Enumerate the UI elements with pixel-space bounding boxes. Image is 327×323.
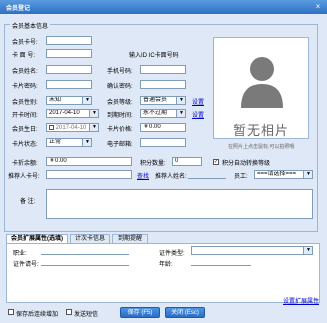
card-no-label: 会员卡号:: [12, 40, 38, 46]
title-bar: 会员登记 ×: [0, 0, 327, 14]
card-status-label: 卡片状态:: [12, 142, 38, 148]
id-hint: 输入ID IC卡面号码: [129, 53, 179, 59]
balance-input[interactable]: ￥0.00: [46, 157, 132, 166]
job-label: 职业:: [13, 251, 27, 257]
auto-upgrade-label: 积分自动转换等级: [222, 161, 271, 167]
referrer-search-link[interactable]: 查找: [137, 171, 149, 180]
chevron-down-icon: ▼: [92, 110, 97, 116]
photo-box[interactable]: 暂无相片: [213, 37, 309, 139]
balance-value: ￥0.00: [49, 158, 67, 164]
birthday-value: 2017-04-10: [55, 125, 87, 131]
avatar-placeholder-icon: [241, 57, 283, 108]
group-title: 会员基本信息: [10, 21, 51, 30]
confirm-password-input[interactable]: [140, 80, 186, 89]
card-value-label: 卡片价格:: [107, 127, 133, 133]
email-label: 电子邮箱:: [107, 142, 133, 148]
save-continue-checkbox[interactable]: [8, 309, 14, 315]
points-value: 0: [175, 158, 179, 164]
save-button[interactable]: 保存 (F5): [120, 307, 160, 318]
chevron-down-icon: ▼: [179, 110, 184, 116]
chevron-down-icon: ▼: [85, 97, 90, 103]
card-value-value: ￥0.00: [143, 124, 161, 130]
chevron-down-icon: ▼: [179, 97, 184, 103]
balance-label: 卡折余额:: [12, 161, 38, 167]
age-label: 年龄:: [159, 262, 173, 268]
phone-label: 手机号码:: [107, 69, 133, 75]
level-settings-link[interactable]: 设置: [192, 97, 204, 106]
id-type-select[interactable]: ▼: [191, 246, 313, 255]
expire-value: 永不过期: [143, 110, 168, 116]
remark-label: 备 注:: [20, 199, 36, 205]
birthday-label: 会员生日:: [12, 127, 38, 133]
chevron-down-icon: ▼: [306, 171, 311, 177]
birthday-picker[interactable]: 2017-04-10 ▼: [46, 123, 99, 132]
phone-input[interactable]: [140, 65, 186, 74]
photo-placeholder-text: 暂无相片: [232, 123, 289, 138]
staff-value: ===请选择===: [257, 171, 297, 177]
expire-label: 到期时间:: [107, 113, 133, 119]
level-value: 普通会员: [143, 97, 168, 103]
chevron-down-icon: ▼: [92, 124, 97, 130]
send-sms-checkbox[interactable]: [66, 309, 72, 315]
name-input[interactable]: [46, 65, 92, 74]
birthday-checkbox[interactable]: [49, 125, 54, 130]
sub-card-label: 卡 面 号:: [12, 53, 36, 59]
open-date-picker[interactable]: 2017-04-10 ▼: [46, 109, 99, 118]
staff-label: 员工:: [234, 174, 248, 180]
open-date-label: 开卡时间:: [12, 113, 38, 119]
card-status-value: 正常: [49, 139, 62, 145]
chevron-down-icon: ▼: [306, 247, 311, 253]
referrer-card-input[interactable]: [46, 170, 132, 179]
referrer-name-label: 推荐人姓名:: [155, 174, 187, 180]
expire-settings-link[interactable]: 设置: [192, 110, 204, 119]
card-status-select[interactable]: 正常 ▼: [46, 138, 92, 147]
card-no-input[interactable]: [46, 36, 92, 45]
referrer-name-input[interactable]: [188, 170, 226, 179]
name-label: 会员姓名:: [12, 69, 38, 75]
level-label: 会员等级:: [107, 100, 133, 106]
close-icon[interactable]: ×: [312, 1, 324, 12]
password-input[interactable]: [46, 80, 92, 89]
gender-value: 未知: [49, 97, 62, 103]
window-title: 会员登记: [6, 6, 31, 12]
photo-note: 在照片上点击鼠标,可以拍照哦: [228, 144, 295, 150]
auto-upgrade-checkbox[interactable]: ✓: [213, 159, 219, 165]
send-sms-label: 发送短信: [74, 312, 99, 318]
level-select[interactable]: 普通会员 ▼: [140, 96, 186, 105]
close-button[interactable]: 关闭 (Esc): [165, 307, 205, 318]
email-input[interactable]: [140, 138, 186, 147]
gender-select[interactable]: 未知 ▼: [46, 96, 92, 105]
expire-select[interactable]: 永不过期 ▼: [140, 109, 186, 118]
confirm-password-label: 确认密码:: [107, 84, 133, 90]
id-number-input[interactable]: [41, 257, 129, 266]
staff-select[interactable]: ===请选择=== ▼: [254, 170, 313, 179]
points-input[interactable]: 0: [172, 157, 202, 166]
job-input[interactable]: [41, 246, 129, 255]
age-input[interactable]: [191, 257, 251, 266]
gender-label: 会员性别:: [12, 100, 38, 106]
remark-textarea[interactable]: [46, 189, 313, 219]
points-label: 积分数量:: [140, 161, 166, 167]
chevron-down-icon: ▼: [85, 139, 90, 145]
extended-attributes-panel: 职业: 证件类型: ▼ 证件请号: 年龄: 设置扩展属性: [6, 243, 320, 305]
password-label: 卡片密码:: [12, 84, 38, 90]
save-continue-label: 保存后连续增加: [16, 312, 59, 318]
id-number-label: 证件请号:: [13, 262, 39, 268]
referrer-card-label: 推荐人卡号:: [8, 174, 40, 180]
sub-card-input[interactable]: [46, 49, 92, 58]
id-type-label: 证件类型:: [159, 251, 185, 257]
expand-settings-link[interactable]: 设置扩展属性: [283, 296, 319, 305]
open-date-value: 2017-04-10: [49, 110, 80, 116]
card-value-input[interactable]: ￥0.00: [140, 123, 186, 132]
